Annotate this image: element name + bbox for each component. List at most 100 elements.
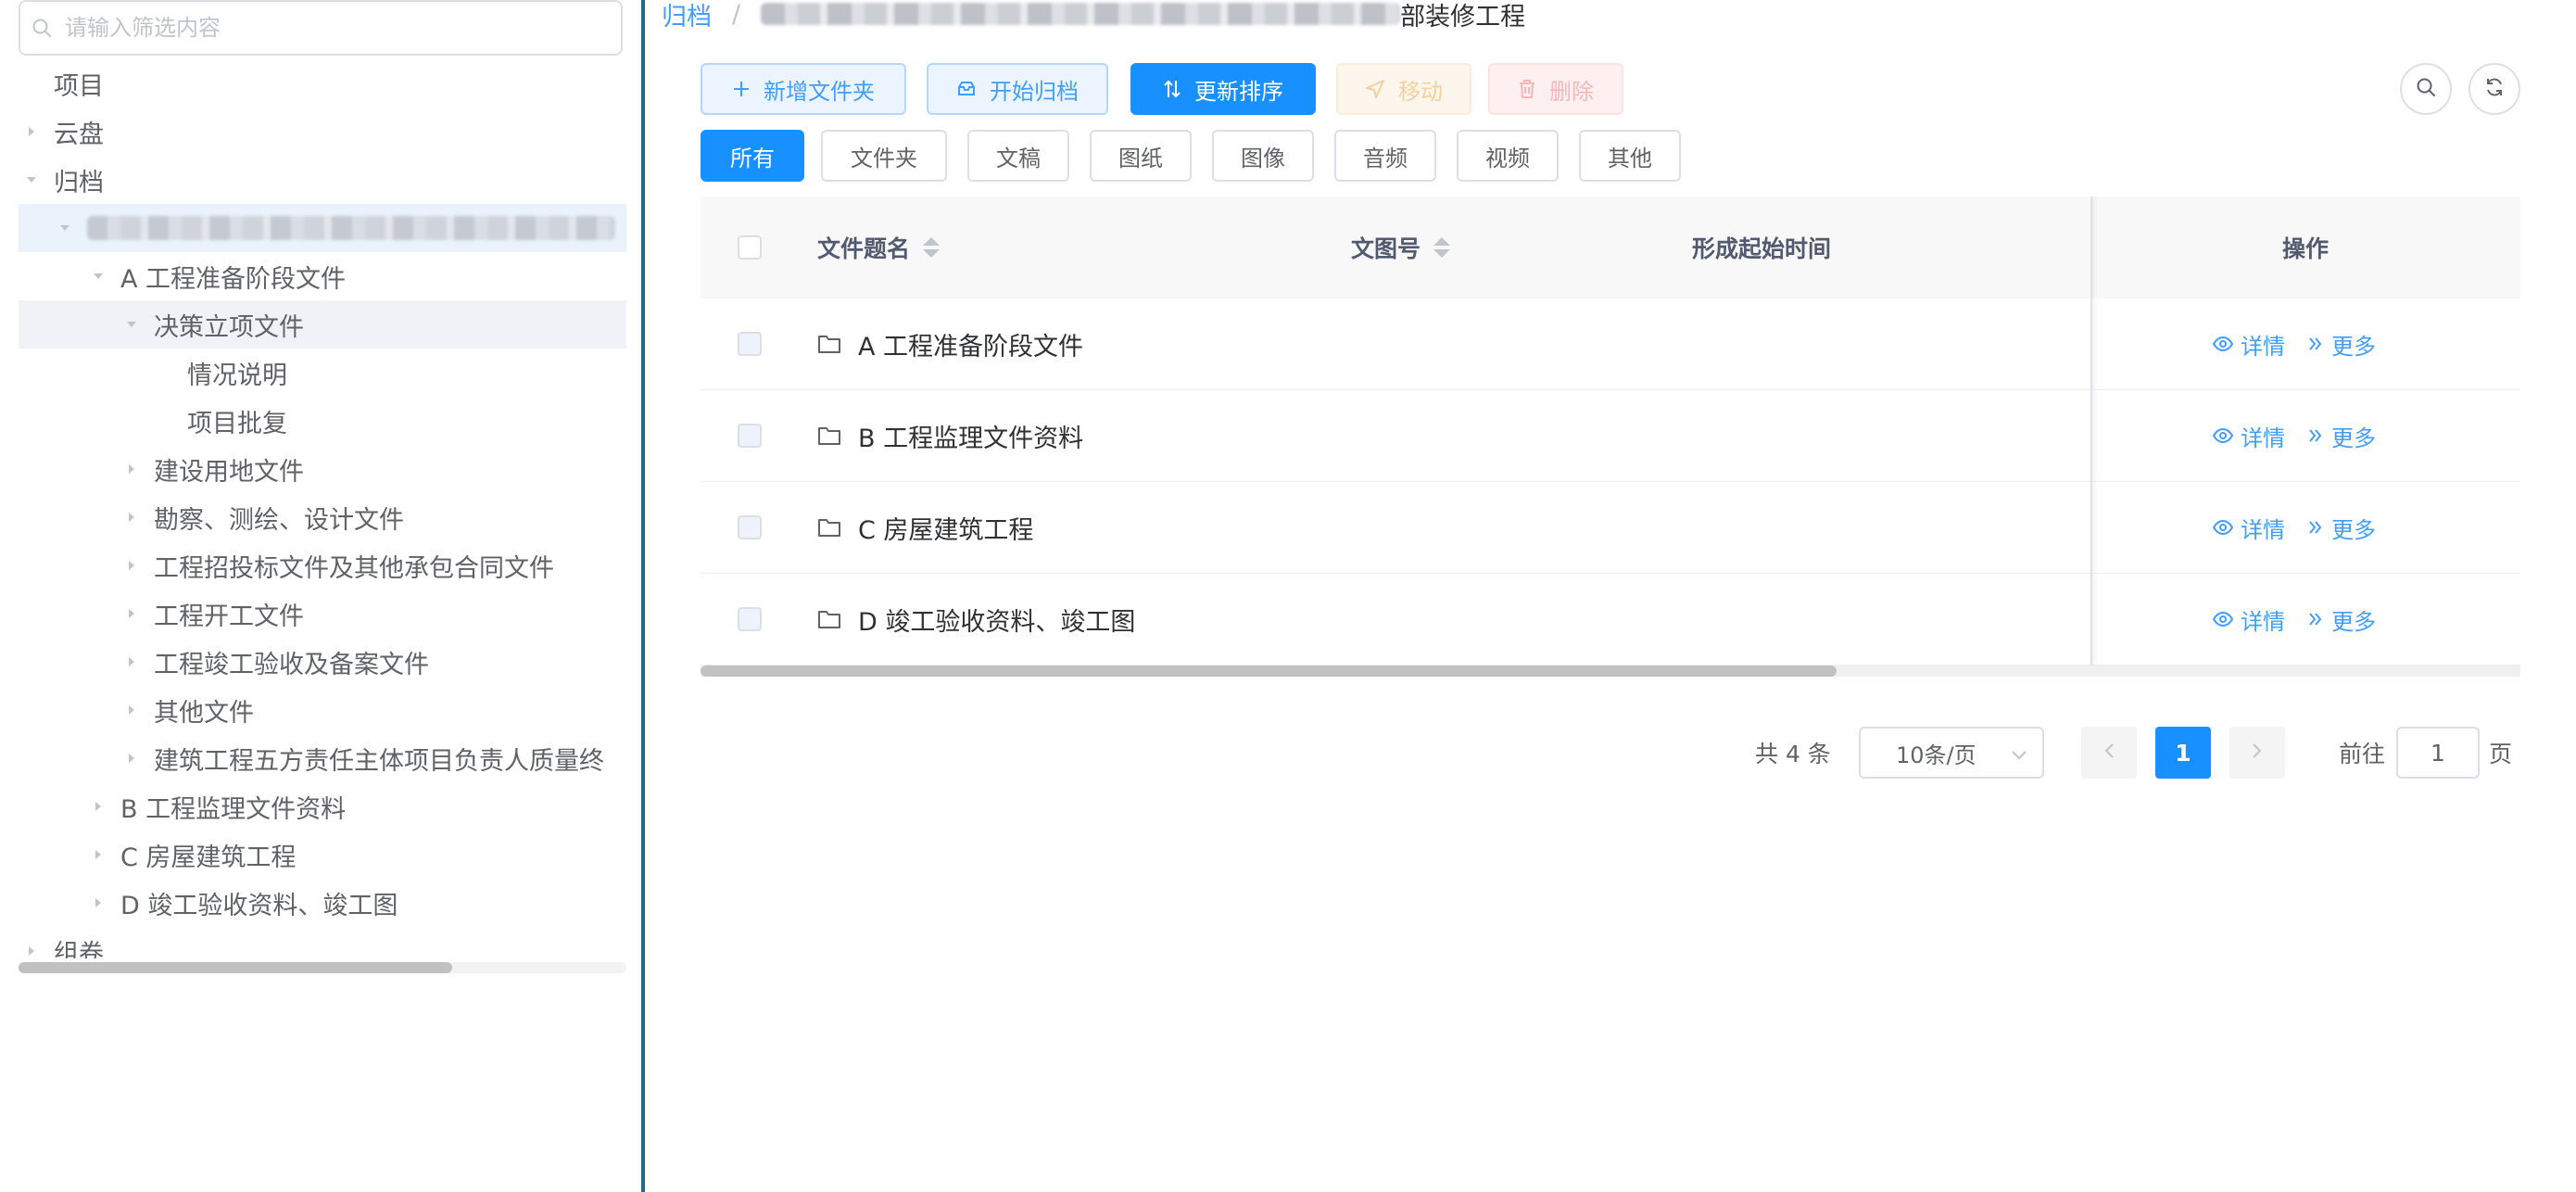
tree-node-label: 建设用地文件: [154, 457, 304, 487]
table-row[interactable]: D 竣工验收资料、竣工图 详情 更多: [701, 574, 2520, 666]
caret-down-icon[interactable]: [85, 263, 111, 289]
tree-node[interactable]: 勘察、测绘、设计文件: [19, 493, 626, 541]
caret-right-icon[interactable]: [119, 601, 145, 627]
update-sort-button[interactable]: 更新排序: [1130, 63, 1316, 115]
row-checkbox[interactable]: [738, 515, 762, 539]
more-action[interactable]: 更多: [2307, 328, 2376, 361]
detail-action-label: 详情: [2241, 608, 2285, 635]
tree-search-input[interactable]: [63, 14, 621, 42]
sort-caret-icon[interactable]: [923, 237, 941, 258]
start-archive-button[interactable]: 开始归档: [927, 63, 1108, 115]
prev-page-button[interactable]: [2081, 727, 2137, 779]
detail-action[interactable]: 详情: [2213, 328, 2285, 361]
move-button[interactable]: 移动: [1336, 63, 1471, 115]
caret-right-icon[interactable]: [119, 504, 145, 530]
table-row[interactable]: A 工程准备阶段文件 详情 更多: [701, 298, 2520, 391]
filter-button[interactable]: 文件夹: [821, 130, 947, 182]
filter-button[interactable]: 音频: [1334, 130, 1436, 182]
tree-node[interactable]: 决策立项文件: [19, 300, 626, 349]
tree-node[interactable]: 情况说明: [19, 349, 626, 397]
filter-button[interactable]: 文稿: [967, 130, 1069, 182]
tree-node[interactable]: 项目: [19, 59, 626, 108]
row-title-cell: C 房屋建筑工程: [817, 482, 1033, 573]
search-toggle-button[interactable]: [2400, 63, 2452, 115]
tree-node[interactable]: D 竣工验收资料、竣工图: [19, 879, 626, 927]
delete-label: 删除: [1549, 78, 1594, 105]
tree-node-label: 工程招投标文件及其他承包合同文件: [154, 553, 554, 583]
table-scrollbar-thumb[interactable]: [701, 666, 1837, 677]
tree-node[interactable]: 工程竣工验收及备案文件: [19, 638, 626, 686]
page-number-current[interactable]: 1: [2155, 727, 2211, 779]
row-title[interactable]: D 竣工验收资料、竣工图: [858, 602, 1135, 638]
caret-down-icon[interactable]: [19, 167, 44, 193]
tree-node[interactable]: 工程招投标文件及其他承包合同文件: [19, 541, 626, 590]
page-size-select[interactable]: 10条/页: [1859, 727, 2044, 779]
caret-right-icon[interactable]: [119, 456, 145, 482]
detail-action[interactable]: 详情: [2213, 512, 2285, 544]
detail-action[interactable]: 详情: [2213, 603, 2285, 636]
row-title-cell: A 工程准备阶段文件: [817, 298, 1083, 389]
tree-node[interactable]: B 工程监理文件资料: [19, 782, 626, 831]
breadcrumb-root-link[interactable]: 归档: [662, 0, 712, 32]
caret-right-icon[interactable]: [119, 552, 145, 578]
caret-down-icon[interactable]: [52, 215, 78, 241]
filter-button[interactable]: 所有: [701, 130, 804, 182]
next-page-button[interactable]: [2229, 727, 2285, 779]
row-checkbox[interactable]: [738, 424, 762, 448]
refresh-button[interactable]: [2469, 63, 2520, 115]
sort-caret-icon[interactable]: [1433, 237, 1451, 258]
filter-button[interactable]: 图像: [1212, 130, 1314, 182]
tree-node[interactable]: [19, 204, 626, 252]
filter-button[interactable]: 图纸: [1090, 130, 1192, 182]
select-all-checkbox[interactable]: [738, 235, 762, 260]
column-header-doc-no[interactable]: 文图号: [1351, 197, 1451, 298]
tree-node[interactable]: C 房屋建筑工程: [19, 831, 626, 879]
row-title[interactable]: B 工程监理文件资料: [858, 418, 1083, 454]
tree-node-label: 项目批复: [187, 409, 287, 438]
row-checkbox[interactable]: [738, 607, 762, 631]
filter-button[interactable]: 视频: [1457, 130, 1559, 182]
caret-right-icon[interactable]: [119, 697, 145, 723]
tree-node[interactable]: 归档: [19, 156, 626, 204]
tree-node[interactable]: 组卷: [19, 927, 626, 958]
caret-right-icon[interactable]: [19, 938, 44, 958]
detail-action[interactable]: 详情: [2213, 420, 2285, 452]
tree-node[interactable]: 建筑工程五方责任主体项目负责人质量终: [19, 734, 626, 782]
more-action[interactable]: 更多: [2307, 420, 2376, 452]
caret-right-icon[interactable]: [85, 890, 111, 916]
delete-button[interactable]: 删除: [1488, 63, 1623, 115]
filter-button[interactable]: 其他: [1579, 130, 1681, 182]
goto-label: 前往: [2339, 741, 2386, 767]
add-folder-button[interactable]: 新增文件夹: [701, 63, 906, 115]
row-title-cell: D 竣工验收资料、竣工图: [817, 574, 1135, 665]
caret-right-icon[interactable]: [119, 649, 145, 675]
more-action[interactable]: 更多: [2307, 512, 2376, 544]
table-row[interactable]: B 工程监理文件资料 详情 更多: [701, 390, 2520, 483]
more-action[interactable]: 更多: [2307, 603, 2376, 636]
tree-node[interactable]: 工程开工文件: [19, 590, 626, 638]
caret-right-icon[interactable]: [85, 793, 111, 819]
tree-node-label: 项目: [54, 71, 104, 101]
tree-search-box[interactable]: [19, 0, 623, 56]
tree-scrollbar-thumb[interactable]: [19, 962, 452, 973]
more-action-label: 更多: [2331, 516, 2376, 543]
caret-right-icon[interactable]: [85, 842, 111, 868]
goto-page-input[interactable]: [2396, 727, 2480, 779]
detail-action-label: 详情: [2241, 425, 2285, 451]
tree-node[interactable]: 建设用地文件: [19, 445, 626, 493]
caret-right-icon[interactable]: [19, 119, 44, 145]
caret-right-icon[interactable]: [119, 745, 145, 771]
column-header-title[interactable]: 文件题名: [817, 197, 941, 298]
tree-node[interactable]: 其他文件: [19, 686, 626, 734]
row-title[interactable]: A 工程准备阶段文件: [858, 326, 1083, 362]
tree-horizontal-scrollbar[interactable]: [19, 962, 626, 973]
tree-node[interactable]: 云盘: [19, 108, 626, 156]
tree-node[interactable]: A 工程准备阶段文件: [19, 252, 626, 300]
row-title[interactable]: C 房屋建筑工程: [858, 510, 1033, 546]
row-checkbox[interactable]: [738, 332, 762, 356]
caret-down-icon[interactable]: [119, 311, 145, 337]
table-horizontal-scrollbar[interactable]: [701, 666, 2520, 677]
tree-node[interactable]: 项目批复: [19, 397, 626, 445]
plus-icon: [732, 80, 751, 98]
table-row[interactable]: C 房屋建筑工程 详情 更多: [701, 482, 2520, 575]
